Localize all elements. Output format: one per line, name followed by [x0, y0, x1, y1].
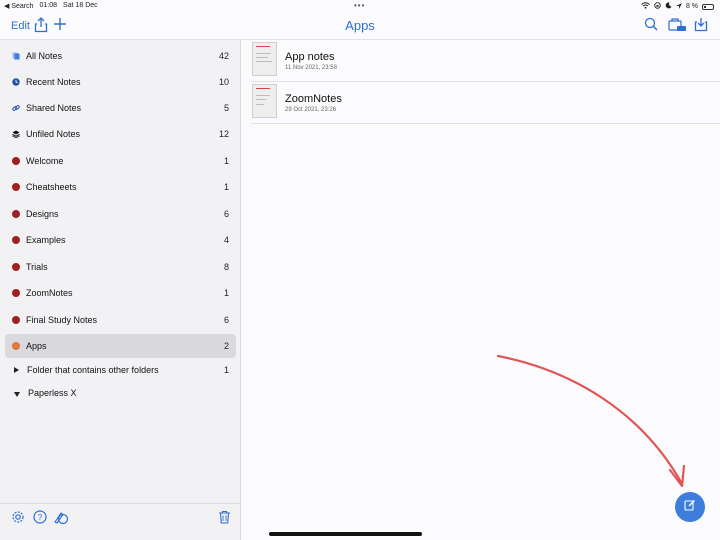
- home-indicator[interactable]: [269, 532, 422, 536]
- note-row-app-notes[interactable]: App notes 11 Nov 2021, 23:58: [251, 40, 720, 82]
- sidebar-item-label: Final Study Notes: [26, 315, 98, 325]
- sidebar-item-count: 4: [223, 235, 229, 245]
- import-icon[interactable]: [694, 17, 710, 33]
- battery-icon: [702, 3, 714, 10]
- status-date: Sat 18 Dec: [63, 2, 98, 9]
- note-thumbnail: [252, 42, 277, 76]
- layers-icon: [12, 130, 20, 138]
- note-title: ZoomNotes: [285, 93, 342, 105]
- help-icon[interactable]: ?: [33, 510, 48, 525]
- multitasking-dots[interactable]: •••: [354, 1, 365, 10]
- folder-dot-icon: [12, 157, 20, 165]
- sidebar-item-count: 1: [223, 365, 229, 375]
- sidebar-item-label: Apps: [26, 341, 47, 351]
- disclosure-down-icon[interactable]: [14, 391, 20, 397]
- sidebar-item-count: 42: [218, 51, 229, 61]
- sidebar: All Notes 42 Recent Notes 10 Shared Note…: [0, 40, 241, 540]
- link-icon: [12, 104, 20, 112]
- sidebar-item-label: Unfiled Notes: [26, 129, 81, 139]
- sidebar-item-folder-with-subfolders[interactable]: Folder that contains other folders 1: [5, 358, 236, 382]
- sidebar-item-designs[interactable]: Designs 6: [5, 202, 236, 226]
- sidebar-item-label: Paperless X: [28, 388, 77, 398]
- page-title: Apps: [345, 18, 375, 33]
- sidebar-item-count: 1: [223, 288, 229, 298]
- folder-dot-icon: [12, 210, 20, 218]
- note-row-zoomnotes[interactable]: ZoomNotes 29 Oct 2021, 23:26: [251, 82, 720, 124]
- folder-dot-icon: [12, 263, 20, 271]
- sidebar-item-label: Designs: [26, 209, 59, 219]
- sidebar-item-count: 10: [218, 77, 229, 87]
- sidebar-footer-divider: [0, 503, 240, 504]
- notes-stack-icon: [12, 52, 20, 60]
- location-icon: [675, 2, 682, 11]
- rotation-lock-icon: [654, 2, 661, 11]
- sidebar-item-count: 6: [223, 315, 229, 325]
- note-date: 11 Nov 2021, 23:58: [285, 65, 337, 71]
- compose-icon: [684, 498, 696, 516]
- sidebar-item-label: Examples: [26, 235, 66, 245]
- sidebar-item-count: 2: [223, 341, 229, 351]
- sidebar-item-count: 12: [218, 129, 229, 139]
- sidebar-item-shared-notes[interactable]: Shared Notes 5: [5, 96, 236, 120]
- sidebar-item-label: Shared Notes: [26, 103, 82, 113]
- disclosure-right-icon[interactable]: [14, 367, 19, 373]
- clock-icon: [12, 78, 20, 86]
- search-icon[interactable]: [644, 17, 660, 33]
- moon-icon: [665, 2, 672, 11]
- sidebar-item-label: Welcome: [26, 156, 64, 166]
- sidebar-item-welcome[interactable]: Welcome 1: [5, 149, 236, 173]
- note-date: 29 Oct 2021, 23:26: [285, 107, 337, 113]
- folder-dot-icon: [12, 289, 20, 297]
- sidebar-item-paperless-x[interactable]: Paperless X: [5, 381, 236, 405]
- note-thumbnail: [252, 84, 277, 118]
- sidebar-item-label: Recent Notes: [26, 77, 81, 87]
- settings-gear-icon[interactable]: [11, 510, 26, 525]
- sidebar-item-label: ZoomNotes: [26, 288, 73, 298]
- folder-dot-icon: [12, 342, 20, 350]
- folder-dot-icon: [12, 236, 20, 244]
- wifi-icon: [641, 2, 650, 11]
- tools-pencil-icon[interactable]: [54, 510, 69, 525]
- sidebar-item-label: Folder that contains other folders: [27, 365, 159, 375]
- sidebar-item-count: 5: [223, 103, 229, 113]
- sidebar-item-count: 1: [223, 156, 229, 166]
- new-note-button[interactable]: [675, 492, 705, 522]
- sidebar-item-all-notes[interactable]: All Notes 42: [5, 44, 236, 68]
- battery-percent: 8 %: [685, 3, 698, 10]
- sidebar-item-examples[interactable]: Examples 4: [5, 228, 236, 252]
- svg-text:?: ?: [38, 513, 43, 522]
- note-title: App notes: [285, 51, 335, 63]
- sidebar-item-label: Cheatsheets: [26, 182, 77, 192]
- sidebar-item-count: 1: [223, 182, 229, 192]
- sidebar-item-apps[interactable]: Apps 2: [5, 334, 236, 358]
- trash-icon[interactable]: [218, 510, 233, 525]
- sidebar-item-cheatsheets[interactable]: Cheatsheets 1: [5, 175, 236, 199]
- status-bar: ◀ Search 01:08 Sat 18 Dec ••• 8 %: [0, 0, 720, 12]
- top-toolbar: Edit Apps: [0, 12, 720, 40]
- back-to-search-link[interactable]: ◀ Search: [4, 2, 34, 10]
- new-notebook-icon[interactable]: [668, 17, 688, 33]
- folder-dot-icon: [12, 183, 20, 191]
- sidebar-item-zoomnotes[interactable]: ZoomNotes 1: [5, 281, 236, 305]
- sidebar-item-label: All Notes: [26, 51, 63, 61]
- sidebar-item-count: 6: [223, 209, 229, 219]
- folder-dot-icon: [12, 316, 20, 324]
- sidebar-item-label: Trials: [26, 262, 48, 272]
- sidebar-item-recent-notes[interactable]: Recent Notes 10: [5, 70, 236, 94]
- sidebar-item-unfiled-notes[interactable]: Unfiled Notes 12: [5, 122, 236, 146]
- sidebar-item-final-study-notes[interactable]: Final Study Notes 6: [5, 308, 236, 332]
- status-time: 01:08: [39, 2, 58, 9]
- sidebar-item-count: 8: [223, 262, 229, 272]
- sidebar-item-trials[interactable]: Trials 8: [5, 255, 236, 279]
